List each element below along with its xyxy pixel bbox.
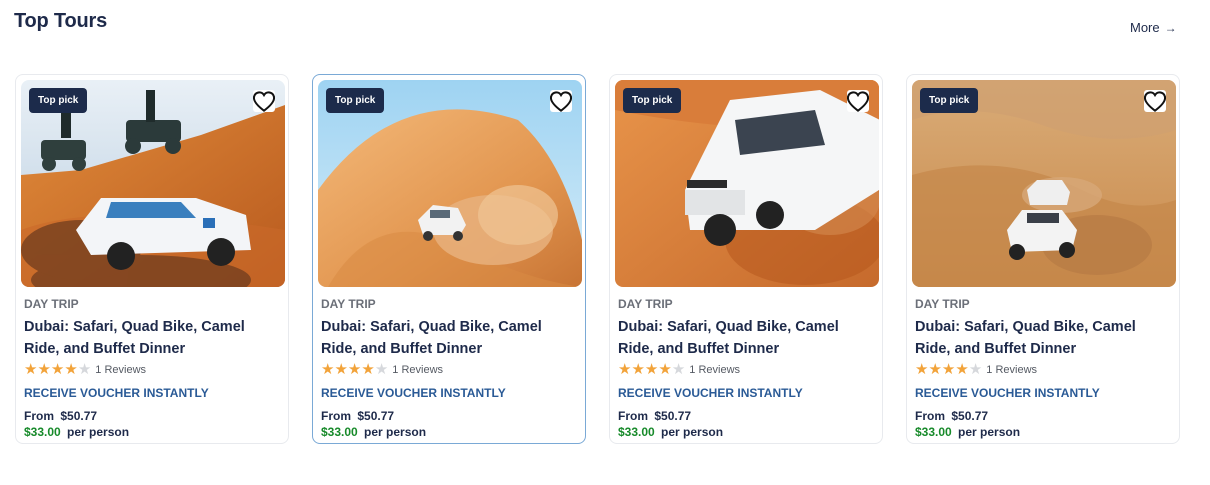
star-icon: ★: [347, 361, 362, 378]
favorite-button[interactable]: [550, 90, 572, 112]
tour-category: DAY TRIP: [915, 297, 970, 311]
star-icon: ★: [321, 361, 335, 378]
tour-category: DAY TRIP: [618, 297, 673, 311]
review-count: 1 Reviews: [689, 363, 741, 376]
top-pick-badge: Top pick: [623, 88, 682, 113]
original-price: $50.77: [951, 409, 989, 423]
star-icon: ★: [374, 361, 389, 378]
original-price-row: From $50.77: [24, 409, 280, 423]
tour-title[interactable]: Dubai: Safari, Quad Bike, Camel Ride, an…: [24, 316, 280, 360]
star-icon: ★: [334, 361, 348, 378]
star-icon: ★: [37, 361, 51, 378]
from-label: From: [24, 409, 54, 423]
voucher-note: RECEIVE VOUCHER INSTANTLY: [24, 386, 209, 400]
section-title: Top Tours: [14, 10, 107, 32]
more-label: More: [1130, 20, 1160, 35]
tour-title[interactable]: Dubai: Safari, Quad Bike, Camel Ride, an…: [321, 316, 577, 360]
sale-price-row: $33.00 per person: [24, 425, 280, 439]
top-pick-badge: Top pick: [326, 88, 385, 113]
original-price-row: From $50.77: [915, 409, 1171, 423]
tour-title[interactable]: Dubai: Safari, Quad Bike, Camel Ride, an…: [618, 316, 874, 360]
tour-card[interactable]: Top pick DAY TRIP Dubai: Safari, Quad Bi…: [15, 74, 289, 444]
original-price: $50.77: [60, 409, 98, 423]
tour-image[interactable]: Top pick: [318, 80, 582, 287]
top-pick-badge: Top pick: [29, 88, 88, 113]
per-person-label: per person: [364, 425, 427, 439]
voucher-note: RECEIVE VOUCHER INSTANTLY: [321, 386, 506, 400]
star-rating: ★ ★ ★ ★ ★: [618, 362, 685, 377]
sale-price: $33.00: [321, 425, 358, 439]
rating: ★ ★ ★ ★ ★ 1 Reviews: [321, 362, 577, 377]
tour-card[interactable]: Top pick DAY TRIP Dubai: Safari, Quad Bi…: [312, 74, 586, 444]
rating: ★ ★ ★ ★ ★ 1 Reviews: [24, 362, 280, 377]
star-icon: ★: [644, 361, 659, 378]
rating: ★ ★ ★ ★ ★ 1 Reviews: [915, 362, 1171, 377]
star-icon: ★: [658, 361, 672, 378]
favorite-button[interactable]: [253, 90, 275, 112]
favorite-button[interactable]: [1144, 90, 1166, 112]
from-label: From: [618, 409, 648, 423]
sale-price-row: $33.00 per person: [618, 425, 874, 439]
favorite-button[interactable]: [847, 90, 869, 112]
star-icon: ★: [24, 361, 38, 378]
more-link[interactable]: More →: [1130, 20, 1177, 35]
star-icon: ★: [915, 361, 929, 378]
original-price-row: From $50.77: [321, 409, 577, 423]
star-icon: ★: [618, 361, 632, 378]
star-icon: ★: [50, 361, 65, 378]
star-rating: ★ ★ ★ ★ ★: [321, 362, 388, 377]
star-icon: ★: [955, 361, 969, 378]
review-count: 1 Reviews: [392, 363, 444, 376]
rating: ★ ★ ★ ★ ★ 1 Reviews: [618, 362, 874, 377]
tour-card[interactable]: Top pick DAY TRIP Dubai: Safari, Quad Bi…: [609, 74, 883, 444]
voucher-note: RECEIVE VOUCHER INSTANTLY: [618, 386, 803, 400]
star-icon: ★: [671, 361, 686, 378]
per-person-label: per person: [67, 425, 130, 439]
star-icon: ★: [361, 361, 375, 378]
star-icon: ★: [64, 361, 78, 378]
tour-image[interactable]: Top pick: [912, 80, 1176, 287]
tour-card[interactable]: Top pick DAY TRIP Dubai: Safari, Quad Bi…: [906, 74, 1180, 444]
from-label: From: [321, 409, 351, 423]
tour-image[interactable]: Top pick: [615, 80, 879, 287]
tour-title[interactable]: Dubai: Safari, Quad Bike, Camel Ride, an…: [915, 316, 1171, 360]
voucher-note: RECEIVE VOUCHER INSTANTLY: [915, 386, 1100, 400]
review-count: 1 Reviews: [986, 363, 1038, 376]
from-label: From: [915, 409, 945, 423]
sale-price: $33.00: [24, 425, 61, 439]
top-pick-badge: Top pick: [920, 88, 979, 113]
tour-category: DAY TRIP: [24, 297, 79, 311]
per-person-label: per person: [958, 425, 1021, 439]
sale-price: $33.00: [915, 425, 952, 439]
tour-category: DAY TRIP: [321, 297, 376, 311]
heart-icon: [1144, 90, 1166, 112]
star-rating: ★ ★ ★ ★ ★: [915, 362, 982, 377]
heart-icon: [847, 90, 869, 112]
heart-icon: [253, 90, 275, 112]
star-rating: ★ ★ ★ ★ ★: [24, 362, 91, 377]
per-person-label: per person: [661, 425, 724, 439]
star-icon: ★: [928, 361, 942, 378]
arrow-right-icon: →: [1164, 21, 1177, 35]
original-price-row: From $50.77: [618, 409, 874, 423]
sale-price-row: $33.00 per person: [915, 425, 1171, 439]
original-price: $50.77: [357, 409, 395, 423]
heart-icon: [550, 90, 572, 112]
sale-price-row: $33.00 per person: [321, 425, 577, 439]
star-icon: ★: [941, 361, 956, 378]
star-icon: ★: [77, 361, 92, 378]
tour-image[interactable]: Top pick: [21, 80, 285, 287]
star-icon: ★: [968, 361, 983, 378]
review-count: 1 Reviews: [95, 363, 147, 376]
sale-price: $33.00: [618, 425, 655, 439]
star-icon: ★: [631, 361, 645, 378]
original-price: $50.77: [654, 409, 692, 423]
